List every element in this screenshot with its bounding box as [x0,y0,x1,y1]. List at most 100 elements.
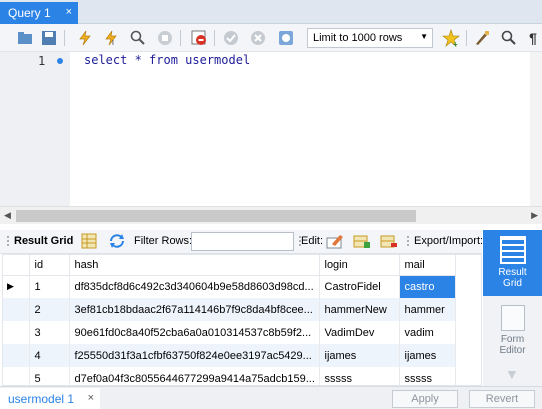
tab-usermodel-1[interactable]: usermodel 1 × [0,388,100,409]
row-header-cell [3,298,30,321]
scroll-right-icon[interactable]: ▶ [531,210,538,221]
form-editor-view-button[interactable]: Form Editor [483,302,542,362]
commit-icon[interactable] [222,29,240,47]
result-tabs-bar: usermodel 1 × Apply Revert [0,386,542,409]
result-tab-label: usermodel 1 [8,391,75,406]
scroll-down-icon[interactable]: ▼ [505,366,519,382]
tab-query-1[interactable]: Query 1 × [0,2,78,24]
close-result-tab-icon[interactable]: × [88,392,94,404]
execute-current-icon[interactable]: I [102,29,120,47]
column-header[interactable]: hash [69,255,320,276]
table-cell[interactable]: 2 [29,298,70,321]
table-cell[interactable]: hammerNew [319,298,400,321]
add-snippet-icon[interactable]: + [442,29,460,47]
table-row[interactable]: 4 f25550d31f3a1cfbf63750f824e0ee3197ac54… [3,344,456,367]
table-row[interactable]: 5 d7ef0a04f3c8055644677299a9414a75adcb15… [3,367,456,385]
limit-rows-value: Limit to 1000 rows [313,32,403,44]
sql-editor[interactable]: 1 select * from usermodel [0,52,542,206]
insert-row-icon[interactable] [353,233,371,252]
table-header-row: id hash login mail [3,255,456,276]
limit-rows-select[interactable]: Limit to 1000 rows ▼ [307,28,433,48]
toggle-stop-on-error-icon[interactable] [190,29,208,47]
filter-rows-input[interactable] [191,232,294,251]
rollback-icon[interactable] [249,29,267,47]
editor-vertical-scrollbar[interactable] [530,52,542,206]
table-cell[interactable]: f25550d31f3a1cfbf63750f824e0ee3197ac5429… [69,344,320,367]
export-import-label: Export/Import: [414,235,484,247]
table-cell[interactable]: hammer [399,298,456,321]
svg-text:I: I [112,40,114,46]
sql-code-line[interactable]: select * from usermodel [84,53,250,67]
result-grid-label: Result Grid [14,235,74,247]
result-grid-button-label-2: Grid [503,278,522,289]
table-cell[interactable]: 4 [29,344,70,367]
form-editor-icon [500,305,525,331]
column-header[interactable]: id [29,255,70,276]
table-cell-selected[interactable]: castro [399,275,456,298]
editor-horizontal-scrollbar[interactable]: ◀ ▶ [0,206,542,224]
explain-icon[interactable] [129,29,147,47]
table-cell[interactable]: 3ef81cb18bdaac2f67a114146b7f9c8da4bf8cee… [69,298,320,321]
table-row[interactable]: ▶ 1 df835dcf8d6c492c3d340604b9e58d8603d9… [3,275,456,298]
row-header-cell [3,321,30,344]
edit-row-icon[interactable] [326,233,344,252]
table-row[interactable]: 3 90e61fd0c8a40f52cba6a0a010314537c8b59f… [3,321,456,344]
close-tab-icon[interactable]: × [66,6,72,18]
result-grid[interactable]: id hash login mail ▶ 1 df835dcf8d6c492c3… [2,254,482,386]
query-tab-strip: Query 1 × [0,0,542,24]
editor-gutter: 1 [0,52,70,206]
table-cell[interactable]: sssss [399,367,456,385]
table-row[interactable]: 2 3ef81cb18bdaac2f67a114146b7f9c8da4bf8c… [3,298,456,321]
column-header[interactable]: mail [399,255,456,276]
toolbar-divider-icon [406,235,410,250]
svg-text:+: + [453,40,458,47]
scrollbar-thumb[interactable] [16,210,416,222]
statement-marker-icon [57,58,63,64]
row-header-cell [3,255,30,276]
table-cell[interactable]: 1 [29,275,70,298]
revert-button[interactable]: Revert [469,390,535,408]
result-table: id hash login mail ▶ 1 df835dcf8d6c492c3… [3,255,456,385]
line-number: 1 [38,54,46,68]
table-cell[interactable]: ijames [319,344,400,367]
row-header-cell [3,344,30,367]
execute-icon[interactable] [76,29,94,47]
result-grid-handle-icon [6,235,10,250]
invisible-chars-icon[interactable]: ¶ [524,29,542,47]
edit-label: Edit: [301,235,324,247]
beautify-icon[interactable] [473,29,491,47]
save-icon[interactable] [40,29,58,47]
table-cell[interactable]: sssss [319,367,400,385]
form-editor-button-label-1: Form [500,334,525,345]
scroll-left-icon[interactable]: ◀ [4,210,11,221]
chevron-down-icon: ▼ [420,32,428,41]
result-grid-icon [499,236,526,264]
find-icon[interactable] [500,29,518,47]
result-toolbar: Result Grid Filter Rows: Edit: Export/Im… [0,230,484,254]
row-header-cell [3,367,30,385]
autocommit-icon[interactable] [277,29,295,47]
table-cell[interactable]: ijames [399,344,456,367]
table-cell[interactable]: 5 [29,367,70,385]
table-cell[interactable]: df835dcf8d6c492c3d340604b9e58d8603d98cd.… [69,275,320,298]
apply-button[interactable]: Apply [392,390,458,408]
table-cell[interactable]: vadim [399,321,456,344]
delete-row-icon[interactable] [380,233,398,252]
result-grid-button-label-1: Result [498,267,527,278]
form-editor-button-label-2: Editor [499,345,526,356]
table-cell[interactable]: VadimDev [319,321,400,344]
table-cell[interactable]: CastroFidel [319,275,400,298]
filter-rows-label: Filter Rows: [134,235,193,247]
grid-view-icon[interactable] [81,233,97,252]
table-cell[interactable]: d7ef0a04f3c8055644677299a9414a75adcb159.… [69,367,320,385]
result-grid-view-button[interactable]: Result Grid [483,230,542,296]
table-cell[interactable]: 90e61fd0c8a40f52cba6a0a010314537c8b59f2.… [69,321,320,344]
query-toolbar: I Limit to 1000 rows ▼ + ¶ [0,24,542,52]
table-cell[interactable]: 3 [29,321,70,344]
result-side-panel: Result Grid Form Editor ▼ [483,230,542,409]
stop-icon[interactable] [156,29,174,47]
column-header[interactable]: login [319,255,400,276]
open-folder-icon[interactable] [16,29,34,47]
current-row-marker-icon: ▶ [3,275,30,298]
refresh-icon[interactable] [108,233,126,252]
